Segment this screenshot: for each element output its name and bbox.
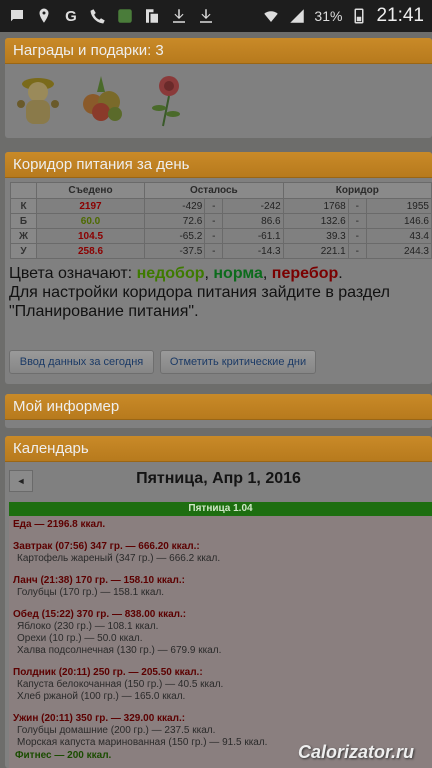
awards-panel: Награды и подарки: 3 <box>5 38 432 138</box>
mark-critical-days-button[interactable]: Отметить критические дни <box>160 350 316 374</box>
left-from-value: -65.2 <box>143 228 206 244</box>
left-from-value: -429 <box>143 198 206 214</box>
eaten-value: 2197 <box>36 198 145 214</box>
battery-percent: 31% <box>314 8 343 24</box>
meal-item: Яблоко (230 гр.) — 108.1 ккал. <box>17 621 159 632</box>
location-icon <box>35 7 53 25</box>
color-legend: Цвета означают: недобор, норма, перебор.… <box>9 264 429 321</box>
meal-item: Голубцы (170 гр.) — 158.1 ккал. <box>17 587 165 598</box>
meal-item: Хлеб ржаной (100 гр.) — 165.0 ккал. <box>17 691 186 702</box>
range-max-value: 43.4 <box>365 228 432 244</box>
prev-day-button[interactable]: ◄ <box>9 470 33 492</box>
nutrition-table: Съедено Осталось Коридор К 2197 -429- -242 1… <box>10 182 432 259</box>
calendar-title[interactable]: Календарь <box>5 436 432 462</box>
col-eaten: Съедено <box>36 182 145 199</box>
dash: - <box>204 228 224 244</box>
dash: - <box>347 198 367 214</box>
meal-block: Обед (15:22) 370 гр. — 838.00 ккал.: Ябло… <box>13 609 428 657</box>
range-min-value: 221.1 <box>282 243 349 259</box>
day-bar[interactable]: Пятница 1.04 <box>9 502 432 516</box>
signal-icon <box>288 7 306 25</box>
battery-icon <box>350 7 368 25</box>
google-icon: G <box>65 7 77 25</box>
range-min-value: 1768 <box>282 198 349 214</box>
meals-list: Еда — 2196.8 ккал. Завтрак (07:56) 347 г… <box>9 516 432 768</box>
nutrition-row: Ж 104.5 -65.2- -61.1 39.3-43.4 <box>10 228 432 244</box>
informer-panel: Мой информер <box>5 394 432 428</box>
messages-icon <box>8 7 26 25</box>
range-min-value: 132.6 <box>282 213 349 229</box>
meal-block: Полдник (20:11) 250 гр. — 205.50 ккал.: К… <box>13 667 428 703</box>
page: Награды и подарки: 3 Коридор питания за … <box>0 32 432 768</box>
row-label: К <box>10 198 37 214</box>
meal-item: Орехи (10 гр.) — 50.0 ккал. <box>17 633 143 644</box>
meal-title[interactable]: Полдник (20:11) 250 гр. — 205.50 ккал.: <box>13 667 428 679</box>
range-max-value: 244.3 <box>365 243 432 259</box>
dash: - <box>347 243 367 259</box>
dash: - <box>347 213 367 229</box>
meal-item: Картофель жареный (347 гр.) — 666.2 ккал… <box>17 553 221 564</box>
download-icon-2 <box>197 7 215 25</box>
fruits-award-icon[interactable] <box>75 70 129 128</box>
wifi-icon <box>262 7 280 25</box>
status-bar: G 31% 21:41 <box>0 0 432 32</box>
left-to-value: -61.1 <box>222 228 284 244</box>
food-total: Еда — 2196.8 ккал. <box>13 519 106 530</box>
eaten-value: 60.0 <box>36 213 145 229</box>
nutrition-row: К 2197 -429- -242 1768-1955 <box>10 198 432 214</box>
corridor-title[interactable]: Коридор питания за день <box>5 152 432 178</box>
left-from-value: -37.5 <box>143 243 206 259</box>
missed-call-icon <box>89 7 107 25</box>
col-left: Осталось <box>144 182 284 199</box>
left-from-value: 72.6 <box>143 213 206 229</box>
app-icon <box>116 7 134 25</box>
range-max-value: 1955 <box>365 198 432 214</box>
row-label: Ж <box>10 228 37 244</box>
nutrition-corridor-panel: Коридор питания за день Съедено Осталось… <box>5 152 432 384</box>
left-to-value: 86.6 <box>222 213 284 229</box>
screenshot-icon <box>143 7 161 25</box>
eaten-value: 104.5 <box>36 228 145 244</box>
meal-item: Капуста белокочанная (150 гр.) — 40.5 кк… <box>17 679 224 690</box>
awards-title[interactable]: Награды и подарки: 3 <box>5 38 432 64</box>
col-range: Коридор <box>282 182 432 199</box>
enter-today-button[interactable]: Ввод данных за сегодня <box>9 350 154 374</box>
dash: - <box>204 198 224 214</box>
left-to-value: -242 <box>222 198 284 214</box>
legend-over: перебор <box>271 265 339 282</box>
left-to-value: -14.3 <box>222 243 284 259</box>
meal-title[interactable]: Обед (15:22) 370 гр. — 838.00 ккал.: <box>13 609 428 621</box>
legend-norm: норма <box>213 265 263 282</box>
legend-under: недобор <box>136 265 205 282</box>
doll-award-icon[interactable] <box>11 70 65 128</box>
range-min-value: 39.3 <box>282 228 349 244</box>
informer-title[interactable]: Мой информер <box>5 394 432 420</box>
nutrition-row: Б 60.0 72.6-86.6 132.6-146.6 <box>10 213 432 229</box>
meal-title[interactable]: Ужин (20:11) 350 гр. — 329.00 ккал.: <box>13 713 428 725</box>
clock: 21:41 <box>376 5 424 26</box>
legend-note: Для настройки коридора питания зайдите в… <box>9 284 390 320</box>
range-max-value: 146.6 <box>365 213 432 229</box>
meal-item: Халва подсолнечная (130 гр.) — 679.9 кка… <box>17 645 222 656</box>
calendar-panel: Календарь Пятница, Апр 1, 2016 ◄ Пятница… <box>5 436 432 768</box>
watermark: Calorizator.ru <box>297 742 414 762</box>
fitness-total: Фитнес — 200 ккал. <box>15 750 112 761</box>
download-icon <box>170 7 188 25</box>
row-label: Б <box>10 213 37 229</box>
row-label: У <box>10 243 37 259</box>
dash: - <box>204 213 224 229</box>
eaten-value: 258.6 <box>36 243 145 259</box>
dash: - <box>204 243 224 259</box>
calendar-date: Пятница, Апр 1, 2016 <box>136 470 301 487</box>
nutrition-row: У 258.6 -37.5- -14.3 221.1-244.3 <box>10 243 432 259</box>
meal-block: Завтрак (07:56) 347 гр. — 666.20 ккал.: К… <box>13 541 428 565</box>
meal-title[interactable]: Завтрак (07:56) 347 гр. — 666.20 ккал.: <box>13 541 428 553</box>
meal-block: Ланч (21:38) 170 гр. — 158.10 ккал.: Голу… <box>13 575 428 599</box>
meal-item: Голубцы домашние (200 гр.) — 237.5 ккал. <box>17 725 216 736</box>
rose-award-icon[interactable] <box>139 70 193 128</box>
dash: - <box>347 228 367 244</box>
meal-title[interactable]: Ланч (21:38) 170 гр. — 158.10 ккал.: <box>13 575 428 587</box>
